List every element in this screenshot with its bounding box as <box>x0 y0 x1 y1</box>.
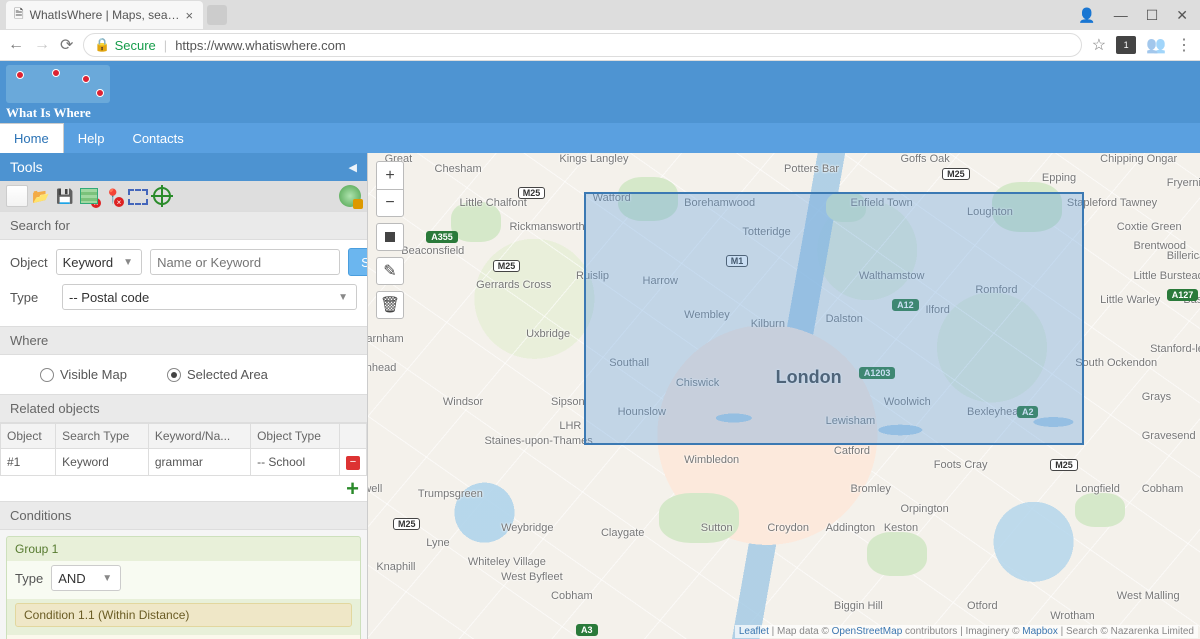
nav-home[interactable]: Home <box>0 123 64 153</box>
radio-icon <box>167 368 181 382</box>
conditions-header: Conditions <box>0 501 367 530</box>
address-bar: ← → ⟳ 🔒 Secure | https://www.whatiswhere… <box>0 30 1200 60</box>
browser-tab[interactable]: 🗎 WhatIsWhere | Maps, sea… × <box>6 1 203 29</box>
page-icon: 🗎 <box>14 5 24 26</box>
where-header: Where <box>0 326 367 355</box>
forward-icon[interactable]: → <box>34 36 50 54</box>
object-label: Object <box>10 255 48 270</box>
open-folder-icon[interactable]: 📂 <box>30 185 52 207</box>
search-for-header: Search for <box>0 211 367 240</box>
chevron-down-icon: ▼ <box>98 573 116 584</box>
cell-object-type: -- School <box>251 449 340 476</box>
browser-chrome: 🗎 WhatIsWhere | Maps, sea… × 👤 — ☐ ✕ ← →… <box>0 0 1200 61</box>
name-keyword-input[interactable] <box>150 249 340 275</box>
type-label: Type <box>10 290 54 305</box>
secure-label: Secure <box>115 38 156 53</box>
chevron-down-icon: ▼ <box>334 292 352 303</box>
add-related-button[interactable]: + <box>343 482 359 498</box>
clear-layer-icon[interactable]: × <box>78 185 100 207</box>
search-button[interactable]: Search <box>348 248 368 276</box>
chevron-down-icon: ▼ <box>119 257 137 268</box>
zoom-in-button[interactable]: + <box>376 161 404 189</box>
map-attribution: Leaflet | Map data © OpenStreetMap contr… <box>735 625 1198 638</box>
back-icon[interactable]: ← <box>8 36 24 54</box>
incognito-icon[interactable]: 👥 <box>1146 35 1166 55</box>
globe-lookup-icon[interactable] <box>339 185 361 207</box>
radio-visible-map[interactable]: Visible Map <box>40 367 127 382</box>
tab-close-icon[interactable]: × <box>186 8 194 23</box>
type-combo[interactable]: -- Postal code ▼ <box>62 284 357 310</box>
site-header: What Is Where <box>0 61 1200 123</box>
condition-sub-row: not <box>7 635 360 639</box>
nav-contacts[interactable]: Contacts <box>118 123 197 153</box>
col-object: Object <box>1 424 56 449</box>
lock-icon: 🔒 <box>94 37 110 53</box>
col-keyword: Keyword/Na... <box>148 424 250 449</box>
remove-row-button[interactable]: − <box>346 456 360 470</box>
user-icon[interactable]: 👤 <box>1078 7 1095 24</box>
new-file-icon[interactable] <box>6 185 28 207</box>
delete-shape-button[interactable]: 🗑 <box>376 291 404 319</box>
crosshair-icon[interactable] <box>150 185 172 207</box>
nav-help[interactable]: Help <box>64 123 119 153</box>
related-header: Related objects <box>0 394 367 423</box>
collapse-icon[interactable]: ◀ <box>349 161 357 174</box>
tools-title: Tools <box>10 159 43 175</box>
zoom-out-button[interactable]: − <box>376 189 404 217</box>
logo[interactable]: What Is Where <box>0 61 116 123</box>
minimize-icon[interactable]: — <box>1114 7 1128 23</box>
cell-search-type: Keyword <box>56 449 149 476</box>
group-header[interactable]: Group 1 <box>7 537 360 561</box>
where-body: Visible Map Selected Area <box>0 355 367 394</box>
radio-selected-area[interactable]: Selected Area <box>167 367 268 382</box>
logo-graphic <box>6 65 110 103</box>
object-combo-value: Keyword <box>63 255 114 270</box>
radio-selected-area-label: Selected Area <box>187 367 268 382</box>
maximize-icon[interactable]: ☐ <box>1146 7 1159 24</box>
window-controls: 👤 — ☐ ✕ <box>1078 7 1200 24</box>
cell-object: #1 <box>1 449 56 476</box>
col-search-type: Search Type <box>56 424 149 449</box>
selection-rectangle[interactable] <box>584 192 1083 445</box>
clear-pins-icon[interactable]: 📍× <box>102 185 124 207</box>
menu-icon[interactable]: ⋮ <box>1176 35 1192 55</box>
tab-bar: 🗎 WhatIsWhere | Maps, sea… × 👤 — ☐ ✕ <box>0 0 1200 30</box>
object-combo[interactable]: Keyword ▼ <box>56 249 142 275</box>
radio-visible-map-label: Visible Map <box>60 367 127 382</box>
clear-selection-icon[interactable] <box>126 185 148 207</box>
edit-shape-button[interactable]: ✎ <box>376 257 404 285</box>
type-combo-value: -- Postal code <box>69 290 149 305</box>
condition-group: Group 1 Type AND ▼ Condition 1.1 (Within… <box>6 536 361 639</box>
save-icon[interactable]: 💾 <box>54 185 76 207</box>
url-field[interactable]: 🔒 Secure | https://www.whatiswhere.com <box>83 33 1081 57</box>
cond-type-label: Type <box>15 571 43 586</box>
table-row[interactable]: #1Keywordgrammar-- School− <box>1 449 367 476</box>
tools-panel-header[interactable]: Tools ◀ <box>0 153 367 181</box>
sidebar: Tools ◀ 📂 💾 × 📍× Search for Object Keywo… <box>0 153 368 639</box>
close-window-icon[interactable]: ✕ <box>1176 7 1188 24</box>
map-controls: + − ✎ 🗑 <box>376 161 404 319</box>
stop-draw-button[interactable] <box>376 223 404 251</box>
search-for-body: Object Keyword ▼ Search Type -- Postal c… <box>0 240 367 326</box>
cond-type-combo[interactable]: AND ▼ <box>51 565 121 591</box>
map[interactable]: LondonGreatCheshamKings LangleyPotters B… <box>368 153 1200 639</box>
main-nav: Home Help Contacts <box>0 123 1200 153</box>
star-icon[interactable]: ☆ <box>1092 35 1106 55</box>
site-name: What Is Where <box>6 105 110 121</box>
url-text: https://www.whatiswhere.com <box>175 38 346 53</box>
toolbar: 📂 💾 × 📍× <box>0 181 367 211</box>
secure-indicator: 🔒 Secure <box>94 37 155 53</box>
tab-title: WhatIsWhere | Maps, sea… <box>30 8 180 22</box>
condition-sub-header[interactable]: Condition 1.1 (Within Distance) <box>15 603 352 627</box>
cell-keyword: grammar <box>148 449 250 476</box>
radio-icon <box>40 368 54 382</box>
extension-badge[interactable]: 1 <box>1116 36 1136 54</box>
reload-icon[interactable]: ⟳ <box>60 35 73 55</box>
cond-type-value: AND <box>58 571 85 586</box>
new-tab-button[interactable] <box>207 5 227 25</box>
related-table: Object Search Type Keyword/Na... Object … <box>0 423 367 476</box>
col-object-type: Object Type <box>251 424 340 449</box>
